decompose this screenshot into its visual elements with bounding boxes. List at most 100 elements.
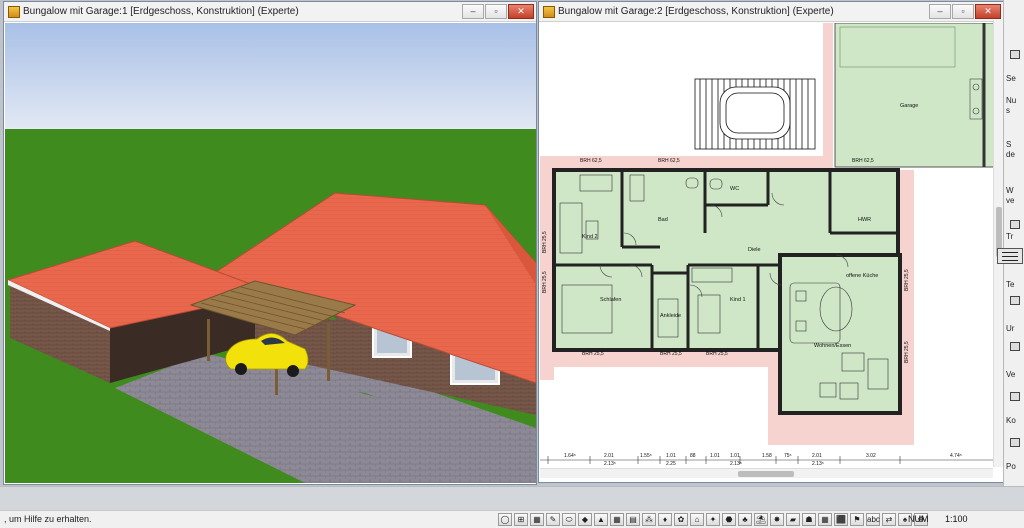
vertical-scrollbar[interactable] <box>993 20 1003 467</box>
room-label-kind1: Kind 1 <box>730 297 746 303</box>
status-tool-icon[interactable]: ☗ <box>802 513 816 526</box>
close-button[interactable]: ✕ <box>975 4 1001 19</box>
dimension-value: 1.64⁵ <box>564 453 576 459</box>
status-tool-icon[interactable]: ◯ <box>498 513 512 526</box>
status-tool-icon[interactable]: ⬣ <box>722 513 736 526</box>
status-tool-icon[interactable]: ▦ <box>818 513 832 526</box>
room-label-wohnen: Wohnen/Essen <box>814 343 851 349</box>
dimension-value: 88 <box>690 453 696 459</box>
dimension-value: 1.01 <box>730 453 740 459</box>
brh-label: BRH 62,5 <box>658 158 680 164</box>
room-label-kueche: offene Küche <box>846 273 878 279</box>
dimension-value: 2.01 <box>604 453 614 459</box>
status-tool-icon[interactable]: ✦ <box>706 513 720 526</box>
tool-icon[interactable] <box>1010 296 1020 305</box>
app-icon <box>543 5 555 18</box>
tool-panel-item[interactable]: Te <box>1006 280 1024 289</box>
tool-panel-item[interactable]: Ve <box>1006 370 1024 379</box>
tool-panel-item[interactable]: Ko <box>1006 416 1024 425</box>
status-tool-icon[interactable]: ✿ <box>674 513 688 526</box>
status-tool-icon[interactable]: ♦ <box>658 513 672 526</box>
status-tool-icon[interactable]: abc <box>866 513 880 526</box>
window-title: Bungalow mit Garage:2 [Erdgeschoss, Kons… <box>558 6 834 17</box>
status-tool-icon[interactable]: ▦ <box>530 513 544 526</box>
maximize-button[interactable]: ▫ <box>485 4 507 19</box>
tool-panel-item[interactable]: W <box>1006 186 1024 195</box>
tool-panel-item[interactable]: ve <box>1006 196 1024 205</box>
window-title: Bungalow mit Garage:1 [Erdgeschoss, Kons… <box>23 6 299 17</box>
tool-panel-item[interactable]: s <box>1006 106 1024 115</box>
status-tool-icon[interactable]: ✸ <box>770 513 784 526</box>
floor-plan-viewport[interactable]: Garage Kind 2 Bad WC Diele HWR Schlafen … <box>540 23 1002 482</box>
3d-viewport[interactable] <box>5 23 536 483</box>
status-tool-icon[interactable]: ✎ <box>546 513 560 526</box>
status-tool-icon[interactable]: ▲ <box>594 513 608 526</box>
status-tool-icon[interactable]: ▦ <box>610 513 624 526</box>
status-tool-icon[interactable]: ⚑ <box>850 513 864 526</box>
brh-label: BRH 25,5 <box>542 231 548 253</box>
tool-panel-item[interactable]: Se <box>1006 74 1024 83</box>
tool-panel-item[interactable]: de <box>1006 150 1024 159</box>
tool-panel-item[interactable]: Tr <box>1006 232 1024 241</box>
dimension-value: 2.25 <box>666 461 676 467</box>
minimize-button[interactable]: – <box>462 4 484 19</box>
tool-panel-item[interactable]: Po <box>1006 462 1024 471</box>
brh-label: BRH 25,5 <box>706 351 728 357</box>
dimension-value: 3.02 <box>866 453 876 459</box>
tool-icon[interactable] <box>1010 392 1020 401</box>
tool-icon[interactable] <box>1010 342 1020 351</box>
status-tool-icon[interactable]: ♣ <box>738 513 752 526</box>
dimension-value: 1.58 <box>762 453 772 459</box>
dimension-value: 1.55⁵ <box>640 453 652 459</box>
status-toolbar: ◯ ⊞ ▦ ✎ ⬭ ◆ ▲ ▦ ▤ ⁂ ♦ ✿ ⌂ ✦ ⬣ ♣ ⛱ ✸ ▰ ☗ … <box>498 513 928 526</box>
scroll-thumb[interactable] <box>738 471 794 477</box>
dimension-value: 2.01 <box>812 453 822 459</box>
brh-label: BRH 25,5 <box>542 271 548 293</box>
status-tool-icon[interactable]: ⛱ <box>754 513 768 526</box>
maximize-button[interactable]: ▫ <box>952 4 974 19</box>
dimension-value: 1.01 <box>666 453 676 459</box>
app-icon <box>8 5 20 18</box>
tool-panel-item[interactable]: S <box>1006 140 1024 149</box>
titlebar-3d-view[interactable]: Bungalow mit Garage:1 [Erdgeschoss, Kons… <box>4 2 536 22</box>
tool-panel-item[interactable]: Ur <box>1006 324 1024 333</box>
status-tool-icon[interactable]: ⊞ <box>514 513 528 526</box>
tool-panel-item[interactable]: Nu <box>1006 96 1024 105</box>
tool-icon[interactable] <box>1010 438 1020 447</box>
sky <box>5 23 536 130</box>
carport-post <box>207 319 210 361</box>
status-tool-icon[interactable]: ⌂ <box>690 513 704 526</box>
brh-label: BRH 62,5 <box>580 158 602 164</box>
room-label-kind2: Kind 2 <box>582 234 598 240</box>
bottom-strip <box>0 486 1024 510</box>
status-tool-icon[interactable]: ⬭ <box>562 513 576 526</box>
status-tool-icon[interactable]: ⇄ <box>882 513 896 526</box>
status-tool-icon[interactable]: ⁂ <box>642 513 656 526</box>
pergola <box>694 78 816 150</box>
titlebar-floor-plan[interactable]: Bungalow mit Garage:2 [Erdgeschoss, Kons… <box>539 2 1003 22</box>
status-tool-icon[interactable]: ▰ <box>786 513 800 526</box>
minimize-button[interactable]: – <box>929 4 951 19</box>
3d-scene <box>5 23 536 483</box>
dimension-value: 2.13⁵ <box>812 461 824 467</box>
window-3d-view[interactable]: Bungalow mit Garage:1 [Erdgeschoss, Kons… <box>3 1 537 485</box>
status-tool-icon[interactable]: ▤ <box>626 513 640 526</box>
room-label-diele: Diele <box>748 247 761 253</box>
tool-icon[interactable] <box>1010 50 1020 59</box>
status-tool-icon[interactable]: ⬛ <box>834 513 848 526</box>
tool-icon[interactable] <box>1010 220 1020 229</box>
close-button[interactable]: ✕ <box>508 4 534 19</box>
dimension-value: 2.13⁵ <box>604 461 616 467</box>
status-help-text: , um Hilfe zu erhalten. <box>4 514 92 524</box>
carport-post <box>327 323 330 381</box>
brh-label: BRH 62,5 <box>852 158 874 164</box>
split-handle[interactable] <box>997 248 1023 264</box>
brh-label: BRH 25,5 <box>582 351 604 357</box>
room-label-wc: WC <box>730 186 739 192</box>
horizontal-scrollbar[interactable] <box>540 468 993 478</box>
window-floor-plan[interactable]: Bungalow mit Garage:2 [Erdgeschoss, Kons… <box>538 1 1004 483</box>
room-label-bad: Bad <box>658 217 668 223</box>
room-label-hwr: HWR <box>858 217 871 223</box>
status-tool-icon[interactable]: ◆ <box>578 513 592 526</box>
desktop: Bungalow mit Garage:1 [Erdgeschoss, Kons… <box>0 0 1024 528</box>
